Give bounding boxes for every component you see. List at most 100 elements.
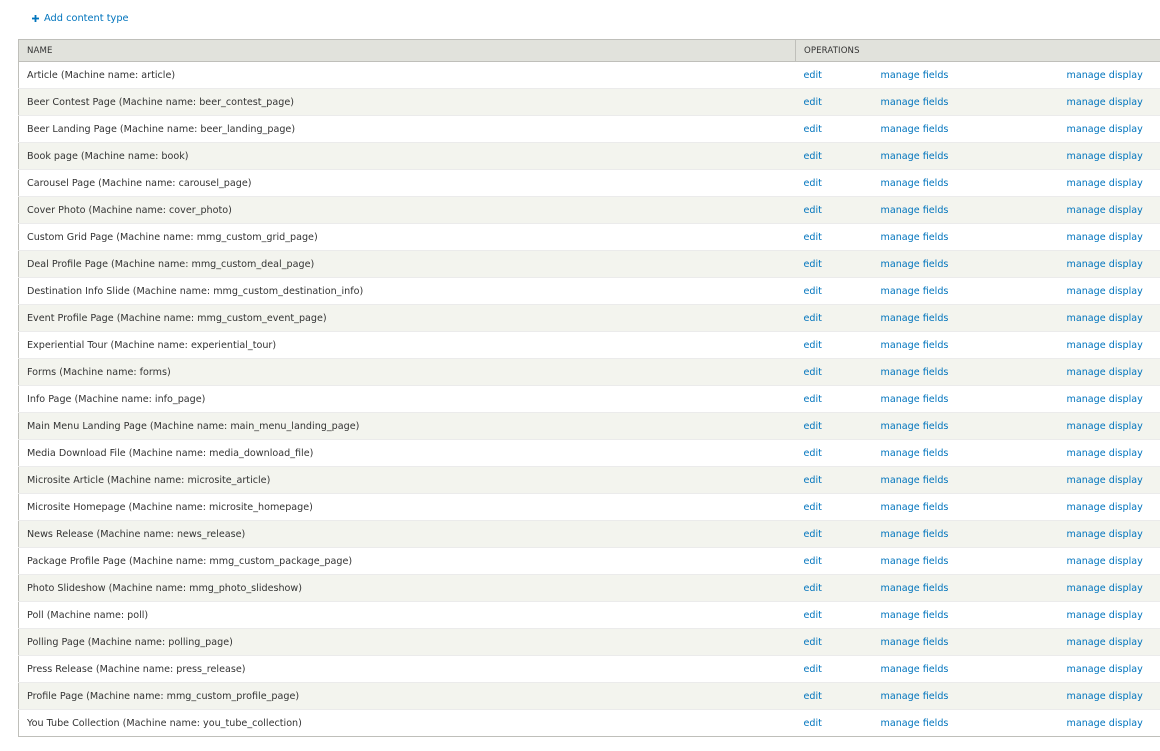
edit-link[interactable]: edit xyxy=(804,583,822,594)
manage-display-link[interactable]: manage display xyxy=(1067,205,1143,216)
table-row: Polling Page (Machine name: polling_page… xyxy=(18,628,1160,656)
manage-display-link[interactable]: manage display xyxy=(1067,259,1143,270)
manage-display-link[interactable]: manage display xyxy=(1067,151,1143,162)
manage-display-link[interactable]: manage display xyxy=(1067,70,1143,81)
content-type-name: Info Page (Machine name: info_page) xyxy=(18,385,796,413)
manage-display-link[interactable]: manage display xyxy=(1067,394,1143,405)
manage-fields-link-cell: manage fields xyxy=(872,439,1059,467)
content-type-name: Deal Profile Page (Machine name: mmg_cus… xyxy=(18,250,796,278)
manage-fields-link[interactable]: manage fields xyxy=(881,421,949,432)
manage-display-link[interactable]: manage display xyxy=(1067,313,1143,324)
manage-fields-link[interactable]: manage fields xyxy=(881,448,949,459)
edit-link[interactable]: edit xyxy=(804,97,822,108)
table-row: News Release (Machine name: news_release… xyxy=(18,520,1160,548)
edit-link[interactable]: edit xyxy=(804,664,822,675)
manage-fields-link[interactable]: manage fields xyxy=(881,178,949,189)
edit-link-cell: edit xyxy=(795,493,873,521)
manage-display-link[interactable]: manage display xyxy=(1067,529,1143,540)
manage-fields-link[interactable]: manage fields xyxy=(881,151,949,162)
manage-fields-link[interactable]: manage fields xyxy=(881,340,949,351)
edit-link[interactable]: edit xyxy=(804,340,822,351)
manage-display-link[interactable]: manage display xyxy=(1067,448,1143,459)
edit-link[interactable]: edit xyxy=(804,448,822,459)
manage-fields-link[interactable]: manage fields xyxy=(881,70,949,81)
edit-link[interactable]: edit xyxy=(804,502,822,513)
edit-link[interactable]: edit xyxy=(804,475,822,486)
edit-link[interactable]: edit xyxy=(804,529,822,540)
name-column-header: NAME xyxy=(18,39,796,62)
manage-fields-link[interactable]: manage fields xyxy=(881,610,949,621)
manage-display-link[interactable]: manage display xyxy=(1067,691,1143,702)
edit-link[interactable]: edit xyxy=(804,691,822,702)
edit-link[interactable]: edit xyxy=(804,70,822,81)
manage-fields-link[interactable]: manage fields xyxy=(881,718,949,729)
manage-fields-link[interactable]: manage fields xyxy=(881,205,949,216)
manage-fields-link-cell: manage fields xyxy=(872,682,1059,710)
manage-fields-link-cell: manage fields xyxy=(872,142,1059,170)
edit-link[interactable]: edit xyxy=(804,556,822,567)
manage-display-link[interactable]: manage display xyxy=(1067,637,1143,648)
manage-fields-link[interactable]: manage fields xyxy=(881,367,949,378)
edit-link[interactable]: edit xyxy=(804,367,822,378)
manage-display-link-cell: manage display xyxy=(1058,88,1160,116)
manage-display-link[interactable]: manage display xyxy=(1067,502,1143,513)
edit-link[interactable]: edit xyxy=(804,151,822,162)
manage-fields-link[interactable]: manage fields xyxy=(881,124,949,135)
edit-link[interactable]: edit xyxy=(804,259,822,270)
manage-fields-link[interactable]: manage fields xyxy=(881,637,949,648)
table-row: Photo Slideshow (Machine name: mmg_photo… xyxy=(18,574,1160,602)
edit-link[interactable]: edit xyxy=(804,313,822,324)
manage-display-link[interactable]: manage display xyxy=(1067,286,1143,297)
edit-link[interactable]: edit xyxy=(804,124,822,135)
edit-link[interactable]: edit xyxy=(804,637,822,648)
manage-fields-link[interactable]: manage fields xyxy=(881,529,949,540)
manage-fields-link-cell: manage fields xyxy=(872,358,1059,386)
edit-link[interactable]: edit xyxy=(804,286,822,297)
manage-fields-link[interactable]: manage fields xyxy=(881,475,949,486)
manage-fields-link[interactable]: manage fields xyxy=(881,259,949,270)
content-type-name: Media Download File (Machine name: media… xyxy=(18,439,796,467)
manage-fields-link-cell: manage fields xyxy=(872,547,1059,575)
manage-display-link[interactable]: manage display xyxy=(1067,367,1143,378)
edit-link[interactable]: edit xyxy=(804,718,822,729)
manage-display-link[interactable]: manage display xyxy=(1067,610,1143,621)
manage-display-link[interactable]: manage display xyxy=(1067,664,1143,675)
content-type-name: Book page (Machine name: book) xyxy=(18,142,796,170)
manage-fields-link-cell: manage fields xyxy=(872,115,1059,143)
manage-fields-link[interactable]: manage fields xyxy=(881,502,949,513)
manage-fields-link[interactable]: manage fields xyxy=(881,583,949,594)
manage-display-link[interactable]: manage display xyxy=(1067,340,1143,351)
add-content-type-link[interactable]: Add content type xyxy=(32,13,129,24)
manage-display-link[interactable]: manage display xyxy=(1067,232,1143,243)
manage-display-link[interactable]: manage display xyxy=(1067,124,1143,135)
edit-link[interactable]: edit xyxy=(804,610,822,621)
manage-fields-link[interactable]: manage fields xyxy=(881,97,949,108)
manage-display-link[interactable]: manage display xyxy=(1067,475,1143,486)
edit-link[interactable]: edit xyxy=(804,421,822,432)
edit-link[interactable]: edit xyxy=(804,178,822,189)
manage-display-link[interactable]: manage display xyxy=(1067,97,1143,108)
manage-display-link[interactable]: manage display xyxy=(1067,556,1143,567)
edit-link-cell: edit xyxy=(795,304,873,332)
table-row: Media Download File (Machine name: media… xyxy=(18,439,1160,467)
manage-fields-link[interactable]: manage fields xyxy=(881,313,949,324)
manage-display-link[interactable]: manage display xyxy=(1067,178,1143,189)
edit-link[interactable]: edit xyxy=(804,394,822,405)
manage-fields-link-cell: manage fields xyxy=(872,520,1059,548)
manage-display-link-cell: manage display xyxy=(1058,196,1160,224)
manage-display-link[interactable]: manage display xyxy=(1067,718,1143,729)
manage-fields-link[interactable]: manage fields xyxy=(881,232,949,243)
content-type-name: Photo Slideshow (Machine name: mmg_photo… xyxy=(18,574,796,602)
edit-link-cell: edit xyxy=(795,169,873,197)
manage-fields-link[interactable]: manage fields xyxy=(881,286,949,297)
manage-display-link[interactable]: manage display xyxy=(1067,583,1143,594)
manage-fields-link[interactable]: manage fields xyxy=(881,664,949,675)
edit-link[interactable]: edit xyxy=(804,205,822,216)
edit-link-cell: edit xyxy=(795,547,873,575)
edit-link[interactable]: edit xyxy=(804,232,822,243)
manage-display-link[interactable]: manage display xyxy=(1067,421,1143,432)
manage-fields-link[interactable]: manage fields xyxy=(881,556,949,567)
manage-fields-link[interactable]: manage fields xyxy=(881,691,949,702)
manage-fields-link[interactable]: manage fields xyxy=(881,394,949,405)
manage-display-link-cell: manage display xyxy=(1058,223,1160,251)
